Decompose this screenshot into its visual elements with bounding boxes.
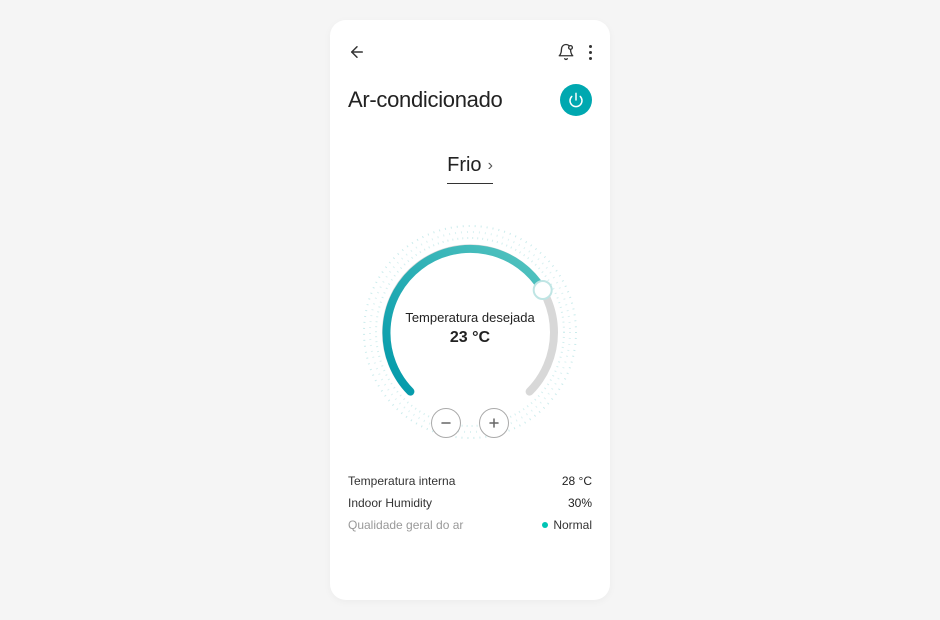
air-quality-label: Qualidade geral do ar: [348, 518, 463, 532]
temperature-dial[interactable]: Temperatura desejada 23 °C: [350, 212, 590, 452]
humidity-value: 30%: [568, 496, 592, 510]
air-quality-dot-icon: [542, 522, 548, 528]
humidity-label: Indoor Humidity: [348, 496, 432, 510]
temp-increase-button[interactable]: [479, 408, 509, 438]
stats-section: Temperatura interna 28 °C Indoor Humidit…: [348, 470, 592, 536]
top-right-actions: [557, 43, 592, 61]
power-button[interactable]: [560, 84, 592, 116]
target-temp-label: Temperatura desejada: [390, 310, 550, 325]
back-arrow-icon[interactable]: [348, 43, 366, 61]
page-title: Ar-condicionado: [348, 87, 503, 113]
chevron-right-icon: ›: [488, 157, 493, 175]
stat-row-air-quality: Qualidade geral do ar Normal: [348, 514, 592, 536]
mode-label-text: Frio: [447, 154, 481, 177]
title-row: Ar-condicionado: [348, 84, 592, 116]
temp-step-buttons: [431, 408, 509, 438]
indoor-temp-value: 28 °C: [562, 474, 592, 488]
top-bar: [348, 40, 592, 64]
indoor-temp-label: Temperatura interna: [348, 474, 455, 488]
temp-decrease-button[interactable]: [431, 408, 461, 438]
air-quality-value: Normal: [553, 518, 592, 532]
mode-selector-row: Frio ›: [348, 154, 592, 184]
air-quality-badge: Normal: [542, 518, 592, 532]
dial-center: Temperatura desejada 23 °C: [390, 310, 550, 347]
notification-icon[interactable]: [557, 43, 575, 61]
target-temp-value: 23 °C: [390, 329, 550, 347]
stat-row-humidity: Indoor Humidity 30%: [348, 492, 592, 514]
ac-control-card: Ar-condicionado Frio ›: [330, 20, 610, 600]
stat-row-indoor-temp: Temperatura interna 28 °C: [348, 470, 592, 492]
mode-selector[interactable]: Frio ›: [447, 154, 493, 184]
more-menu-icon[interactable]: [589, 45, 592, 60]
